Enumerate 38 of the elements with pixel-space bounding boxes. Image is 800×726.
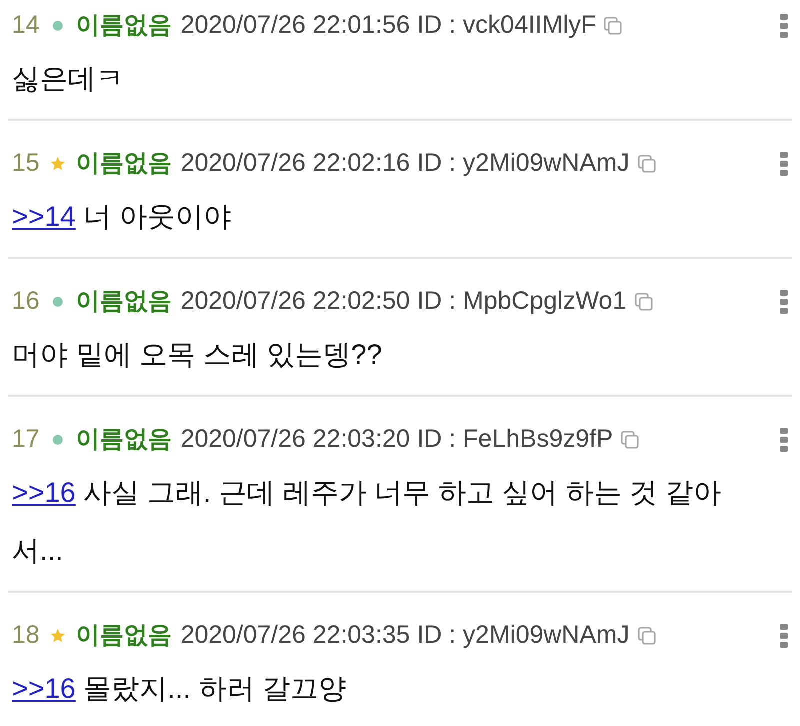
post-body: >>14 너 아웃이야 [12, 200, 232, 234]
post-body: 싫은데ㅋ [12, 62, 125, 96]
copy-icon[interactable] [634, 293, 653, 311]
more-options-icon[interactable] [780, 14, 788, 38]
post-body: >>16 사실 그래. 근데 레주가 너무 하고 싶어 하는 것 같아서... [12, 476, 722, 568]
post-datetime: 2020/07/26 22:01:56 [180, 10, 410, 42]
reply-link[interactable]: >>14 [12, 201, 76, 232]
post-body: 머야 밑에 오목 스레 있는뎅?? [12, 338, 384, 372]
post-number: 14 [12, 10, 40, 42]
more-options-icon[interactable] [780, 290, 788, 314]
reply-link[interactable]: >>16 [12, 673, 76, 704]
reply-link[interactable]: >>16 [12, 477, 76, 508]
post-number: 16 [12, 286, 40, 318]
poster-id: ID : FeLhBs9z9fP [417, 424, 614, 456]
more-options-icon[interactable] [780, 428, 788, 452]
post-datetime: 2020/07/26 22:03:35 [180, 620, 410, 652]
poster-id: ID : y2Mi09wNAmJ [417, 148, 630, 180]
post-number: 17 [12, 424, 40, 456]
post-datetime: 2020/07/26 22:03:20 [180, 424, 410, 456]
poster-id: ID : vck04IIMlyF [417, 10, 596, 42]
post-datetime: 2020/07/26 22:02:50 [180, 286, 410, 318]
poster-name: 이름없음 [76, 621, 172, 651]
post-body: >>16 몰랐지... 하러 갈끄양 [12, 672, 348, 706]
post-number: 15 [12, 148, 40, 180]
copy-icon[interactable] [638, 627, 656, 645]
poster-name: 이름없음 [76, 149, 172, 179]
post-datetime: 2020/07/26 22:02:16 [180, 148, 410, 180]
poster-id: ID : y2Mi09wNAmJ [417, 620, 630, 652]
copy-icon[interactable] [604, 17, 622, 35]
more-options-icon[interactable] [780, 624, 788, 648]
poster-name: 이름없음 [76, 425, 172, 455]
poster-name: 이름없음 [76, 287, 172, 317]
poster-name: 이름없음 [76, 11, 172, 41]
poster-id: ID : MpbCpglzWo1 [417, 286, 627, 318]
copy-icon[interactable] [638, 155, 656, 173]
post-number: 18 [12, 620, 40, 652]
more-options-icon[interactable] [780, 152, 788, 176]
copy-icon[interactable] [621, 431, 640, 449]
